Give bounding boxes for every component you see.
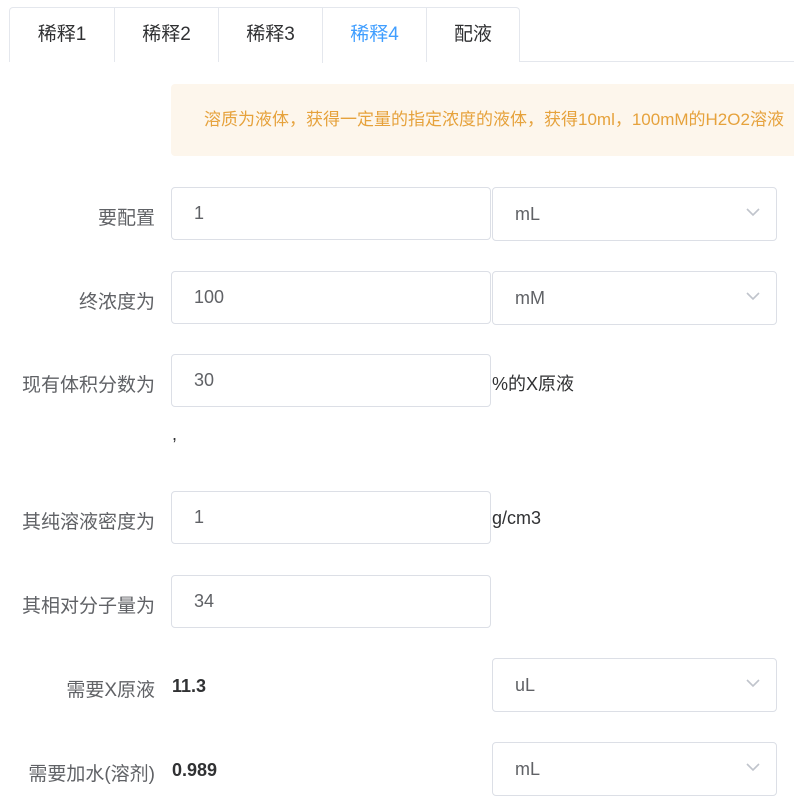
- molecular-weight-label: 其相对分子量为: [21, 596, 155, 617]
- volume-fraction-input[interactable]: [171, 354, 491, 407]
- stock-needed-label: 需要X原液: [66, 680, 155, 701]
- info-alert: 溶质为液体，获得一定量的指定浓度的液体，获得10ml，100mM的H2O2溶液: [171, 84, 794, 156]
- water-unit-select[interactable]: mL: [492, 742, 777, 796]
- tab-dilution-2[interactable]: 稀释2: [114, 8, 218, 62]
- tab-dilution-3[interactable]: 稀释3: [218, 8, 322, 62]
- tab-solution-prep[interactable]: 配液: [426, 8, 519, 62]
- chevron-down-icon: [746, 679, 760, 688]
- density-unit: g/cm3: [492, 508, 542, 528]
- stock-unit-select[interactable]: uL: [492, 658, 777, 712]
- concentration-unit-select[interactable]: mM: [492, 271, 777, 325]
- chevron-down-icon: [746, 763, 760, 772]
- chevron-down-icon: [746, 208, 760, 217]
- tab-dilution-4[interactable]: 稀释4: [322, 8, 426, 63]
- volume-label: 要配置: [97, 208, 155, 229]
- density-input[interactable]: [171, 491, 491, 544]
- volume-unit-select[interactable]: mL: [492, 187, 777, 241]
- alert-text: 溶质为液体，获得一定量的指定浓度的液体，获得10ml，100mM的H2O2溶液: [204, 110, 784, 129]
- concentration-input[interactable]: [171, 271, 491, 324]
- separator-comma: ,: [172, 424, 178, 444]
- tab-dilution-1[interactable]: 稀释1: [10, 8, 114, 62]
- water-unit-value: mL: [515, 759, 541, 779]
- water-needed-label: 需要加水(溶剂): [28, 764, 155, 785]
- volume-unit-value: mL: [515, 204, 541, 224]
- water-needed-value: 0.989: [172, 760, 218, 780]
- chevron-down-icon: [746, 292, 760, 301]
- density-label: 其纯溶液密度为: [21, 512, 155, 533]
- stock-needed-value: 11.3: [172, 676, 207, 696]
- stock-unit-value: uL: [515, 675, 536, 695]
- volume-fraction-suffix: %的X原液: [492, 374, 575, 394]
- tab-bar: 稀释1 稀释2 稀释3 稀释4 配液: [9, 7, 794, 63]
- concentration-label: 终浓度为: [78, 292, 155, 313]
- volume-fraction-label: 现有体积分数为: [21, 375, 155, 396]
- tab-strip: 稀释1 稀释2 稀释3 稀释4 配液: [9, 7, 520, 63]
- volume-input[interactable]: [171, 187, 491, 240]
- concentration-unit-value: mM: [515, 288, 545, 308]
- molecular-weight-input[interactable]: [171, 575, 491, 628]
